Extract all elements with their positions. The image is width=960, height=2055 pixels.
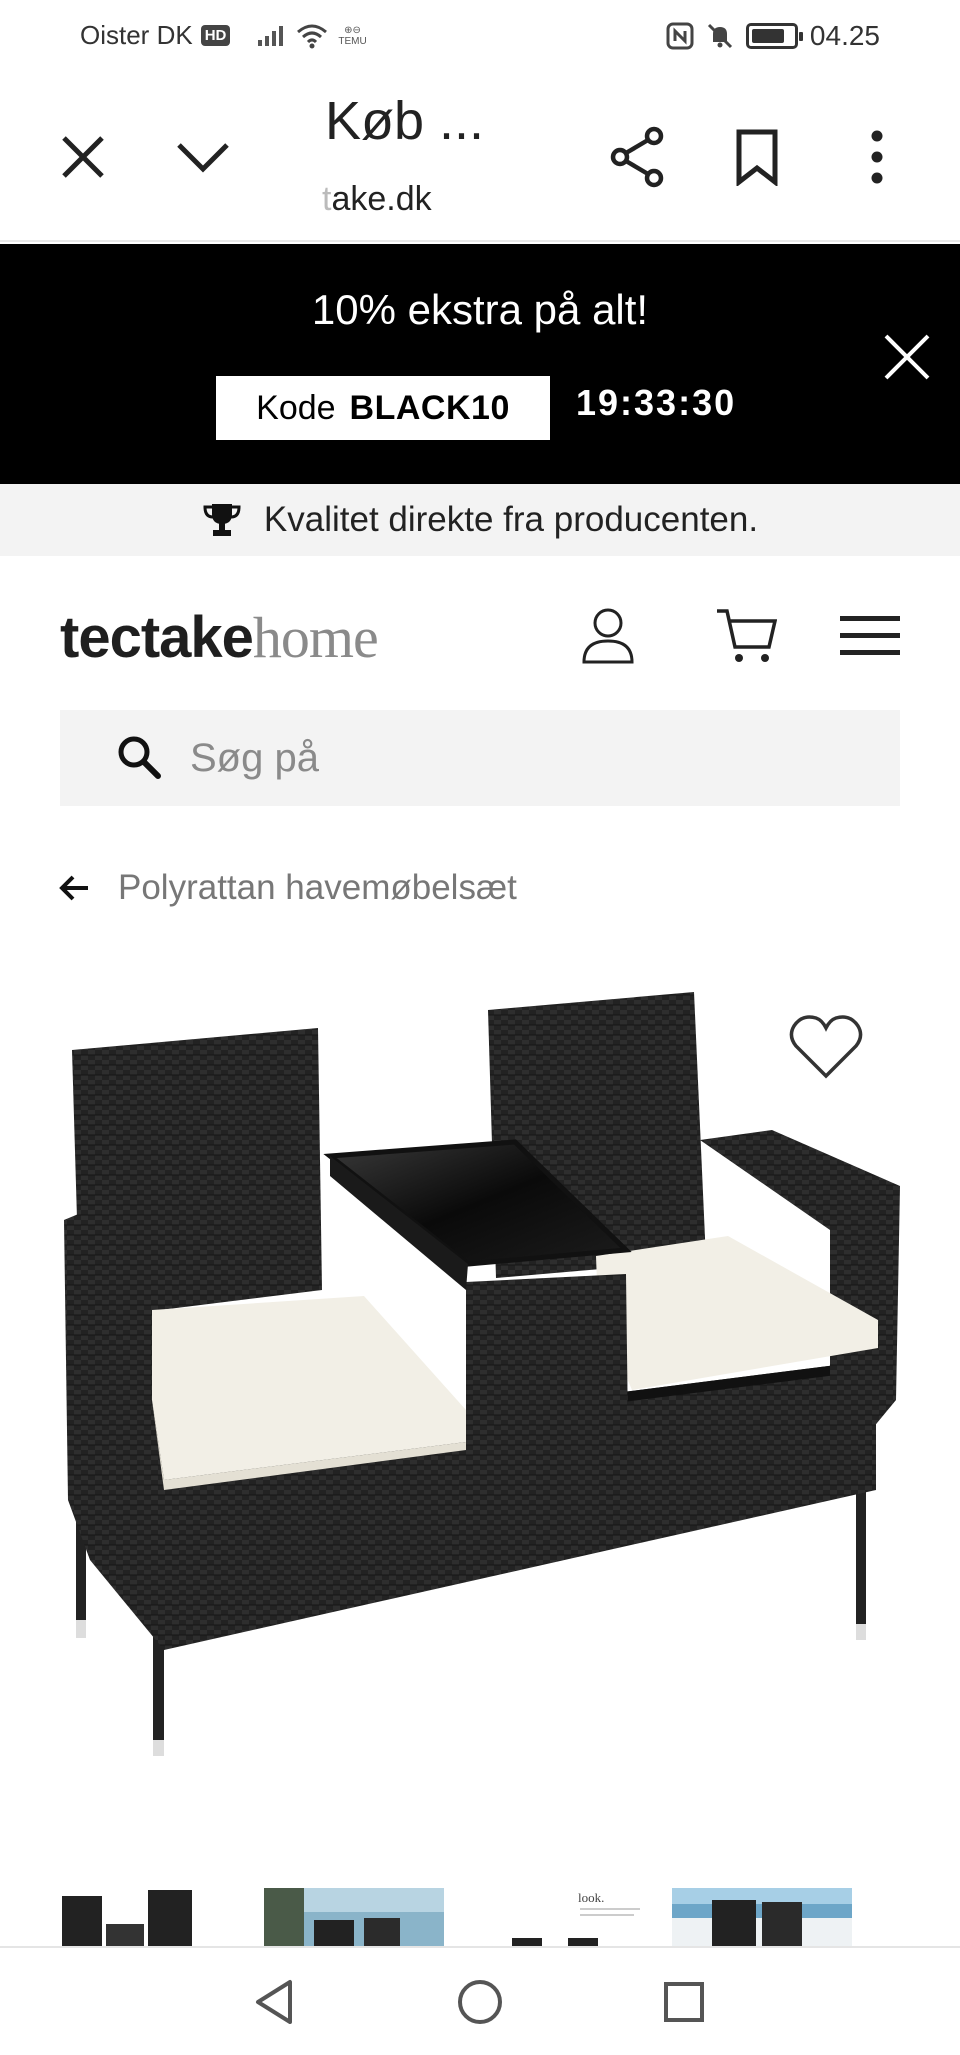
usp-text: Kvalitet direkte fra producenten. [263,500,759,539]
promo-code-label: Kode [256,388,336,427]
account-icon [582,608,634,664]
cart-button[interactable] [710,600,782,672]
home-circle-icon [458,1980,502,2024]
share-button[interactable] [602,122,672,192]
search-input[interactable] [190,710,870,806]
chevron-down-icon [177,143,229,173]
wishlist-button[interactable] [788,1012,864,1087]
page-title: Køb ... [325,91,485,151]
minimize-button[interactable] [168,122,238,192]
wifi-icon [297,24,328,48]
cart-icon [717,609,777,662]
menu-button[interactable] [834,600,906,672]
clock: 04.25 [809,20,880,51]
close-icon [884,334,930,380]
url-visible-part: ake.dk [331,180,432,218]
page-url[interactable]: take.dk [322,180,432,219]
promo-headline: 10% ekstra på alt! [311,286,649,333]
battery-icon [745,23,803,49]
promo-code-value: BLACK10 [349,388,510,427]
thumbnail[interactable] [264,1888,444,1946]
status-icons: ⊕⊖ TEMU [256,23,367,49]
breadcrumb-label: Polyrattan havemøbelsæt [118,868,517,907]
trophy-icon [203,504,241,536]
thumbnail-image: look. [468,1888,648,1946]
promo-code-box[interactable]: Kode BLACK10 [216,376,550,440]
more-vertical-icon [871,130,883,184]
usp-strip: Kvalitet direkte fra producenten. [0,484,960,556]
status-left: Oister DK HD ⊕⊖ TEMU [80,20,367,51]
thumbnail[interactable]: look. [468,1888,648,1946]
menu-icon [840,616,900,655]
status-bar: Oister DK HD ⊕⊖ TEMU 04.25 [0,0,960,72]
heart-icon [789,1015,863,1079]
status-right: 04.25 [666,20,880,52]
account-button[interactable] [572,600,644,672]
more-options-button[interactable] [842,122,912,192]
arrow-left-icon [59,875,88,901]
thumbnail-caption: look. [578,1890,604,1905]
signal-icon [258,25,284,46]
thumbnail[interactable] [60,1888,240,1946]
bookmark-icon [736,129,778,186]
temu-notification-icon: ⊕⊖ TEMU [338,24,367,47]
site-header: tectakehome [0,556,960,706]
bookmark-button[interactable] [722,122,792,192]
product-image[interactable] [60,960,900,1840]
thumbnail-image [60,1888,240,1946]
promo-close-button[interactable] [882,332,932,387]
nav-recents-button[interactable] [654,1972,714,2032]
promo-countdown: 19:33:30 [576,382,737,423]
back-triangle-icon [256,1980,292,2024]
site-logo[interactable]: tectakehome [60,604,379,671]
nfc-icon [666,22,694,50]
battery-level-fill [751,29,784,43]
rattan-bench-image [64,992,900,1756]
thumbnail-strip: look. [60,1888,900,1946]
hd-badge: HD [200,25,231,46]
close-tab-button[interactable] [48,122,118,192]
thumbnail-image [264,1888,444,1946]
nav-home-button[interactable] [450,1972,510,2032]
thumbnail[interactable] [672,1888,852,1946]
share-icon [610,126,664,188]
browser-toolbar: Køb ... take.dk [0,72,960,242]
close-icon [62,136,104,178]
carrier-name: Oister DK [80,20,193,50]
breadcrumb[interactable]: Polyrattan havemøbelsæt [58,868,517,908]
thumbnail-image [672,1888,852,1946]
search-bar [60,710,900,806]
recents-square-icon [664,1982,704,2022]
search-icon[interactable] [114,732,166,784]
nav-back-button[interactable] [244,1972,304,2032]
logo-bold-part: tectake [60,605,254,670]
promo-banner: 10% ekstra på alt! Kode BLACK10 19:33:30 [0,244,960,484]
logo-light-part: home [252,605,379,670]
mute-bell-icon [707,23,732,49]
system-nav-bar [0,1946,960,2055]
